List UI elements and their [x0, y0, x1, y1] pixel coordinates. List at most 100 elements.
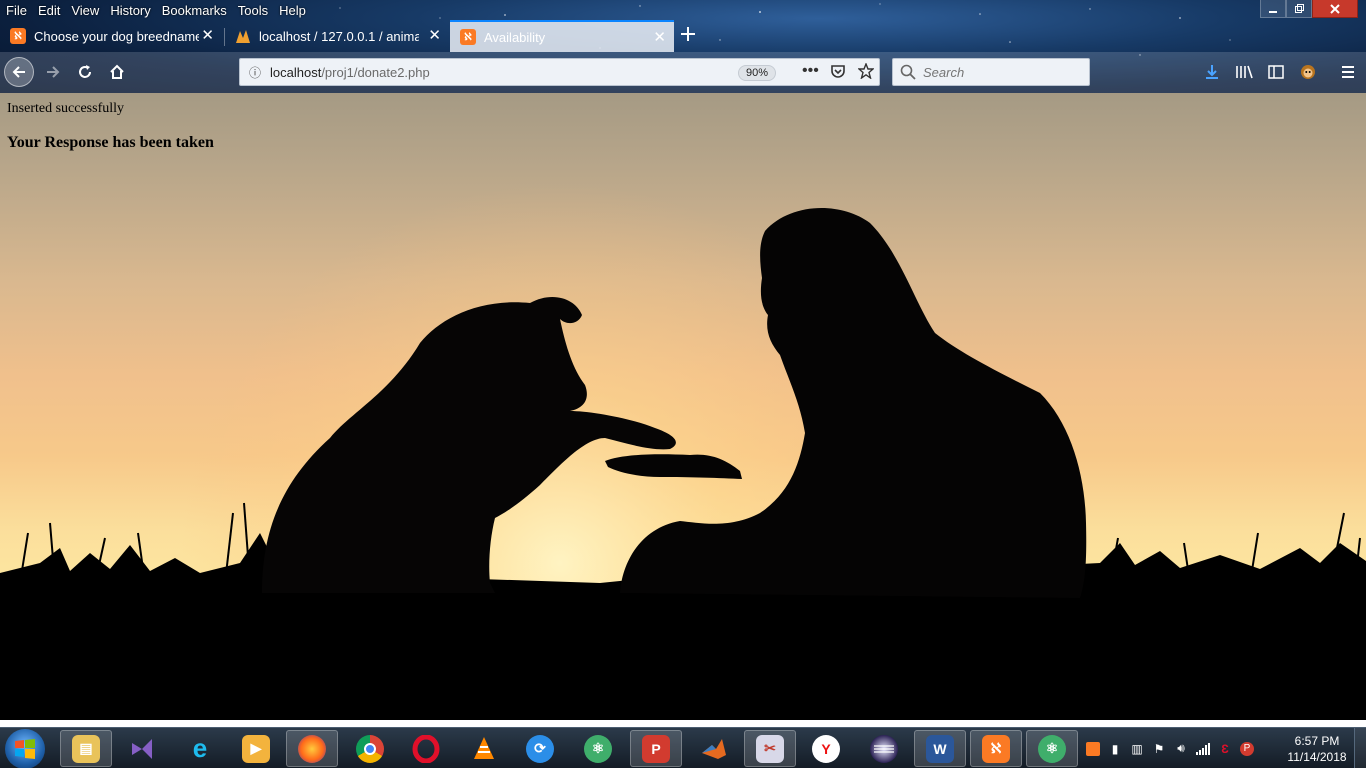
- tab-phpmyadmin[interactable]: localhost / 127.0.0.1 / animals / ✕: [225, 20, 449, 52]
- clock[interactable]: 6:57 PM 11/14/2018: [1282, 733, 1352, 765]
- menu-help[interactable]: Help: [279, 3, 306, 18]
- library-icon[interactable]: [1234, 62, 1254, 82]
- clock-time: 6:57 PM: [1294, 734, 1340, 748]
- taskbar-psiphon[interactable]: P: [630, 730, 682, 767]
- media-player-icon: ▶: [242, 734, 270, 763]
- minimize-button[interactable]: [1260, 0, 1286, 18]
- taskbar-sync[interactable]: ⟳: [514, 730, 566, 767]
- zoom-indicator[interactable]: 90%: [738, 65, 777, 81]
- taskbar: ▤ e ▶ ⟳ ⚛ P ✂ Y W ℵ ⚛ ▮ ▥ ⚑ 🔊︎ Ɛ P 6:57 …: [0, 727, 1366, 768]
- reload-button[interactable]: [70, 57, 100, 87]
- reload-icon: [79, 65, 91, 78]
- tray-xampp-icon[interactable]: [1082, 741, 1104, 756]
- new-tab-button[interactable]: [680, 24, 696, 46]
- page-content: Inserted successfully Your Response has …: [0, 93, 1366, 720]
- search-icon: [893, 64, 923, 80]
- close-tab-icon[interactable]: ✕: [428, 28, 441, 44]
- visual-studio-icon: [128, 735, 156, 763]
- plus-icon: [681, 27, 695, 41]
- sidebar-icon[interactable]: [1266, 62, 1286, 82]
- taskbar-xampp[interactable]: ℵ: [970, 730, 1022, 767]
- divider: [0, 720, 1366, 727]
- atom-icon: ⚛: [584, 734, 612, 763]
- taskbar-visual-studio[interactable]: [116, 730, 168, 767]
- tab-label: Availability: [484, 29, 546, 45]
- taskbar-file-explorer[interactable]: ▤: [60, 730, 112, 767]
- page-actions-icon[interactable]: •••: [802, 62, 819, 80]
- xampp-icon: ℵ: [460, 29, 476, 45]
- forward-button[interactable]: [38, 57, 68, 87]
- eclipse-icon: [870, 734, 898, 763]
- menu-history[interactable]: History: [110, 3, 150, 18]
- vlc-icon: [470, 735, 498, 763]
- pocket-icon[interactable]: [830, 63, 846, 82]
- xampp-icon: ℵ: [10, 28, 26, 44]
- show-desktop-button[interactable]: [1354, 728, 1366, 768]
- tray-express-icon[interactable]: Ɛ: [1214, 742, 1236, 756]
- taskbar-atom-2[interactable]: ⚛: [1026, 730, 1078, 767]
- xampp-icon: ℵ: [982, 734, 1010, 763]
- maximize-button[interactable]: [1286, 0, 1312, 18]
- word-icon: W: [926, 734, 954, 763]
- file-explorer-icon: ▤: [72, 734, 100, 763]
- tray-network-icon[interactable]: ▥: [1126, 742, 1148, 756]
- close-tab-icon[interactable]: ✕: [653, 30, 666, 46]
- search-bar[interactable]: [892, 58, 1090, 86]
- tray-usb-icon[interactable]: ▮: [1104, 742, 1126, 756]
- hamburger-menu-icon[interactable]: [1338, 62, 1358, 82]
- taskbar-snipping-tool[interactable]: ✂: [744, 730, 796, 767]
- home-icon: [110, 64, 124, 79]
- chrome-icon: [356, 734, 384, 763]
- tray-signal-icon[interactable]: [1192, 742, 1214, 755]
- back-button[interactable]: [4, 57, 34, 87]
- downloads-icon[interactable]: [1202, 62, 1222, 82]
- taskbar-matlab[interactable]: [688, 730, 740, 767]
- taskbar-yandex[interactable]: Y: [800, 730, 852, 767]
- matlab-icon: [700, 735, 728, 763]
- atom-icon: ⚛: [1038, 734, 1066, 763]
- extension-monkey-icon[interactable]: [1298, 62, 1318, 82]
- tab-availability[interactable]: ℵ Availability ✕: [450, 20, 674, 52]
- tray-flag-icon[interactable]: ⚑: [1148, 742, 1170, 756]
- sync-icon: ⟳: [526, 734, 554, 763]
- tray-psiphon-icon[interactable]: P: [1236, 741, 1258, 756]
- search-input[interactable]: [923, 64, 1073, 80]
- snipping-tool-icon: ✂: [756, 734, 784, 763]
- info-icon[interactable]: ⓘ: [240, 64, 270, 81]
- system-tray: ▮ ▥ ⚑ 🔊︎ Ɛ P: [1082, 728, 1258, 768]
- minimize-icon: [1269, 10, 1277, 13]
- taskbar-chrome[interactable]: [344, 730, 396, 767]
- start-button[interactable]: [5, 729, 45, 768]
- close-window-button[interactable]: [1312, 0, 1358, 18]
- menu-edit[interactable]: Edit: [38, 3, 60, 18]
- taskbar-word[interactable]: W: [914, 730, 966, 767]
- phpmyadmin-icon: [235, 28, 251, 44]
- taskbar-firefox[interactable]: [286, 730, 338, 767]
- yandex-icon: Y: [812, 734, 840, 763]
- menu-bar: File Edit View History Bookmarks Tools H…: [0, 0, 317, 20]
- tab-label: localhost / 127.0.0.1 / animals /: [259, 28, 419, 44]
- tab-choose-breed[interactable]: ℵ Choose your dog breedname ✕: [0, 20, 222, 52]
- tray-volume-icon[interactable]: 🔊︎: [1170, 741, 1192, 756]
- insert-status-text: Inserted successfully: [7, 101, 125, 116]
- bookmark-star-icon[interactable]: [857, 62, 875, 82]
- close-tab-icon[interactable]: ✕: [201, 28, 214, 44]
- menu-bookmarks[interactable]: Bookmarks: [162, 3, 227, 18]
- window-controls: [1260, 0, 1358, 18]
- taskbar-atom[interactable]: ⚛: [572, 730, 624, 767]
- taskbar-internet-explorer[interactable]: e: [174, 730, 226, 767]
- home-button[interactable]: [102, 57, 132, 87]
- taskbar-opera[interactable]: [400, 730, 452, 767]
- taskbar-media-player[interactable]: ▶: [230, 730, 282, 767]
- taskbar-eclipse[interactable]: [858, 730, 910, 767]
- menu-tools[interactable]: Tools: [238, 3, 268, 18]
- taskbar-vlc[interactable]: [458, 730, 510, 767]
- clock-date: 11/14/2018: [1287, 750, 1347, 764]
- internet-explorer-icon: e: [192, 733, 208, 763]
- restore-icon: [1295, 3, 1304, 13]
- menu-view[interactable]: View: [71, 3, 99, 18]
- menu-file[interactable]: File: [6, 3, 27, 18]
- sunset-silhouette-image: [0, 93, 1366, 720]
- tab-label: Choose your dog breedname: [34, 28, 199, 44]
- url-bar[interactable]: ⓘ localhost/proj1/donate2.php 90% •••: [239, 58, 880, 86]
